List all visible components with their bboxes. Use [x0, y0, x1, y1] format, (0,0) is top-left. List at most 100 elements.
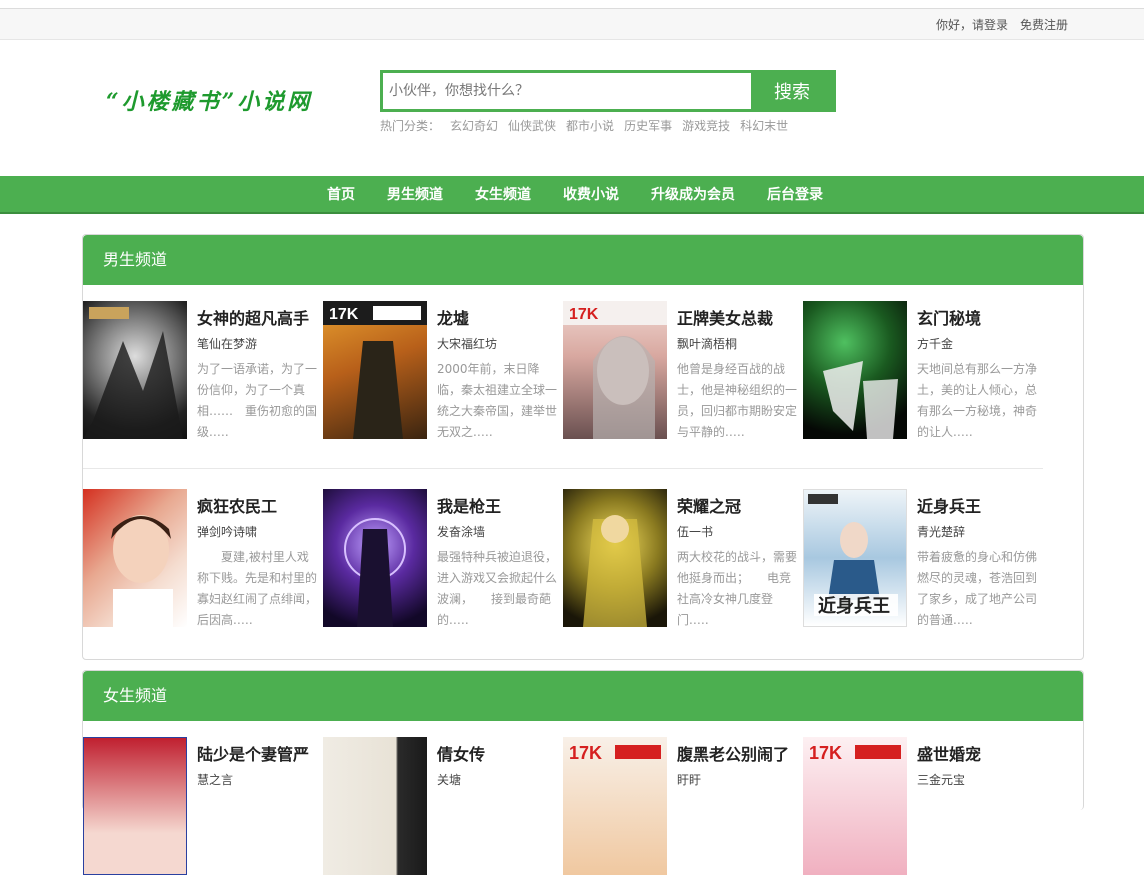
male-channel-title: 男生频道 — [83, 235, 1083, 285]
book-card[interactable]: 17K 正牌美女总裁 飘叶滴梧桐 他曾是身经百战的战士，他是神秘组织的一员，回归… — [563, 301, 803, 441]
book-card[interactable]: 陆少是个妻管严 慧之言 — [83, 737, 323, 877]
cover-art: 近身兵王 — [808, 494, 898, 617]
book-author[interactable]: 伍一书 — [677, 523, 713, 540]
cover-art: 17K — [569, 743, 661, 763]
hot-category-link[interactable]: 游戏竞技 — [682, 117, 730, 134]
book-card[interactable]: 倩女传 关塘 — [323, 737, 563, 877]
hot-categories-label: 热门分类： — [380, 119, 441, 133]
book-cover[interactable] — [83, 489, 187, 627]
book-title[interactable]: 陆少是个妻管严 — [197, 741, 309, 765]
book-author[interactable]: 弹剑吟诗啸 — [197, 523, 257, 540]
book-cover[interactable] — [323, 489, 427, 627]
book-description: 天地间总有那么一方净土，美的让人倾心，总有那么一方秘境，神奇的让人.…. — [917, 362, 1038, 439]
book-card[interactable]: 近身兵王 近身兵王 青光楚辞 带着疲惫的身心和仿佛燃尽的灵魂，苍浩回到了家乡，成… — [803, 489, 1043, 629]
nav-item-admin[interactable]: 后台登录 — [767, 184, 823, 204]
top-links: 你好， 请登录 免费注册 — [936, 16, 1068, 33]
book-description: 他曾是身经百战的战士，他是神秘组织的一员，回归都市期盼安定与平静的.…. — [677, 362, 798, 439]
book-cover[interactable]: 17K — [803, 737, 907, 875]
book-author[interactable]: 三金元宝 — [917, 771, 965, 788]
nav-item-male[interactable]: 男生频道 — [387, 184, 443, 204]
greeting-text: 你好， — [935, 18, 972, 32]
cover-art — [583, 515, 647, 627]
nav-item-home[interactable]: 首页 — [327, 184, 355, 204]
cover-art — [823, 361, 898, 439]
hot-category-link[interactable]: 历史军事 — [624, 117, 672, 134]
male-channel-books: 女神的超凡高手 笔仙在梦游 为了一语承诺，为了一份信仰，为了一个真相…… 重伤初… — [83, 285, 1083, 659]
female-channel-panel: 女生频道 陆少是个妻管严 慧之言 倩女传 关塘 17K 腹黑老公别闹了 盱盱 1… — [82, 670, 1084, 875]
cover-art: 17K — [563, 301, 667, 439]
book-title[interactable]: 龙墟 — [437, 305, 469, 329]
top-strip — [0, 0, 1144, 8]
book-title[interactable]: 女神的超凡高手 — [197, 305, 309, 329]
book-cover[interactable]: 近身兵王 — [803, 489, 907, 627]
svg-text:近身兵王: 近身兵王 — [818, 595, 890, 617]
book-card[interactable]: 女神的超凡高手 笔仙在梦游 为了一语承诺，为了一份信仰，为了一个真相…… 重伤初… — [83, 301, 323, 441]
book-title[interactable]: 荣耀之冠 — [677, 493, 741, 517]
cover-art — [344, 518, 406, 627]
book-title[interactable]: 近身兵王 — [917, 493, 981, 517]
book-author[interactable]: 方千金 — [917, 335, 953, 352]
main-nav: 首页 男生频道 女生频道 收费小说 升级成为会员 后台登录 — [0, 176, 1144, 214]
book-author[interactable]: 笔仙在梦游 — [197, 335, 257, 352]
svg-text:17K: 17K — [329, 306, 359, 323]
cover-art — [83, 307, 183, 439]
book-title[interactable]: 腹黑老公别闹了 — [677, 741, 789, 765]
book-cover[interactable] — [563, 489, 667, 627]
book-title[interactable]: 我是枪王 — [437, 493, 501, 517]
cover-art: 17K — [323, 301, 427, 439]
search-input[interactable] — [383, 73, 751, 109]
book-title[interactable]: 玄门秘境 — [917, 305, 981, 329]
book-author[interactable]: 大宋福红坊 — [437, 335, 497, 352]
book-cover[interactable]: 17K — [563, 737, 667, 875]
book-description: 为了一语承诺，为了一份信仰，为了一个真相…… 重伤初愈的国级.…. — [197, 362, 318, 439]
hot-category-link[interactable]: 仙侠武侠 — [508, 117, 556, 134]
site-logo[interactable]: “小楼藏书”小说网 — [106, 84, 312, 115]
cover-art: 17K — [809, 743, 901, 763]
book-row: 女神的超凡高手 笔仙在梦游 为了一语承诺，为了一份信仰，为了一个真相…… 重伤初… — [83, 285, 1043, 469]
book-description: 2000年前，末日降临，秦太祖建立全球一统之大秦帝国，建举世无双之.…. — [437, 362, 558, 439]
nav-item-paid[interactable]: 收费小说 — [563, 184, 619, 204]
book-card[interactable]: 我是枪王 发奋涂墙 最强特种兵被迫退役，进入游戏又会掀起什么波澜， 接到最奇葩的… — [323, 489, 563, 629]
login-link[interactable]: 请登录 — [972, 16, 1008, 33]
nav-item-vip[interactable]: 升级成为会员 — [651, 184, 735, 204]
book-card[interactable]: 17K 腹黑老公别闹了 盱盱 — [563, 737, 803, 877]
book-author[interactable]: 发奋涂墙 — [437, 523, 485, 540]
book-cover[interactable]: 17K — [563, 301, 667, 439]
book-author[interactable]: 慧之言 — [197, 771, 233, 788]
book-author[interactable]: 盱盱 — [677, 771, 701, 788]
female-channel-title: 女生频道 — [83, 671, 1083, 721]
book-cover[interactable] — [323, 737, 427, 875]
book-card[interactable]: 玄门秘境 方千金 天地间总有那么一方净土，美的让人倾心，总有那么一方秘境，神奇的… — [803, 301, 1043, 441]
book-title[interactable]: 疯狂农民工 — [197, 493, 277, 517]
male-channel-panel: 男生频道 女神的超凡高手 笔仙在梦游 为了一语承诺，为了一份信仰，为了一个真相…… — [82, 234, 1084, 660]
book-cover[interactable] — [83, 737, 187, 875]
book-description: 带着疲惫的身心和仿佛燃尽的灵魂，苍浩回到了家乡，成了地产公司的普通.…. — [917, 550, 1038, 627]
svg-text:17K: 17K — [569, 743, 602, 763]
book-cover[interactable] — [803, 301, 907, 439]
book-title[interactable]: 正牌美女总裁 — [677, 305, 773, 329]
book-card[interactable]: 荣耀之冠 伍一书 两大校花的战斗，需要他挺身而出； 电竞社高冷女神几度登门.…. — [563, 489, 803, 629]
book-card[interactable]: 17K 龙墟 大宋福红坊 2000年前，末日降临，秦太祖建立全球一统之大秦帝国，… — [323, 301, 563, 441]
top-bar: 你好， 请登录 免费注册 — [0, 8, 1144, 40]
hot-category-link[interactable]: 玄幻奇幻 — [450, 117, 498, 134]
book-description: 夏建,被村里人戏称下贱。先是和村里的寡妇赵红闹了点绯闻，后因高.…. — [197, 550, 318, 627]
hot-category-link[interactable]: 科幻末世 — [740, 117, 788, 134]
book-author[interactable]: 关塘 — [437, 771, 461, 788]
book-title[interactable]: 倩女传 — [437, 741, 485, 765]
book-author[interactable]: 飘叶滴梧桐 — [677, 335, 737, 352]
hot-category-link[interactable]: 都市小说 — [566, 117, 614, 134]
book-description: 两大校花的战斗，需要他挺身而出； 电竞社高冷女神几度登门.…. — [677, 550, 798, 627]
book-description: 最强特种兵被迫退役，进入游戏又会掀起什么波澜， 接到最奇葩的.…. — [437, 550, 558, 627]
book-card[interactable]: 疯狂农民工 弹剑吟诗啸 夏建,被村里人戏称下贱。先是和村里的寡妇赵红闹了点绯闻，… — [83, 489, 323, 629]
svg-text:17K: 17K — [569, 306, 599, 323]
book-cover[interactable] — [83, 301, 187, 439]
register-link[interactable]: 免费注册 — [1020, 16, 1068, 33]
search-button[interactable]: 搜索 — [751, 73, 833, 109]
nav-item-female[interactable]: 女生频道 — [475, 184, 531, 204]
svg-text:17K: 17K — [809, 743, 842, 763]
book-title[interactable]: 盛世婚宠 — [917, 741, 981, 765]
book-author[interactable]: 青光楚辞 — [917, 523, 965, 540]
book-cover[interactable]: 17K — [323, 301, 427, 439]
book-card[interactable]: 17K 盛世婚宠 三金元宝 — [803, 737, 1043, 877]
search-box: 搜索 — [380, 70, 836, 112]
